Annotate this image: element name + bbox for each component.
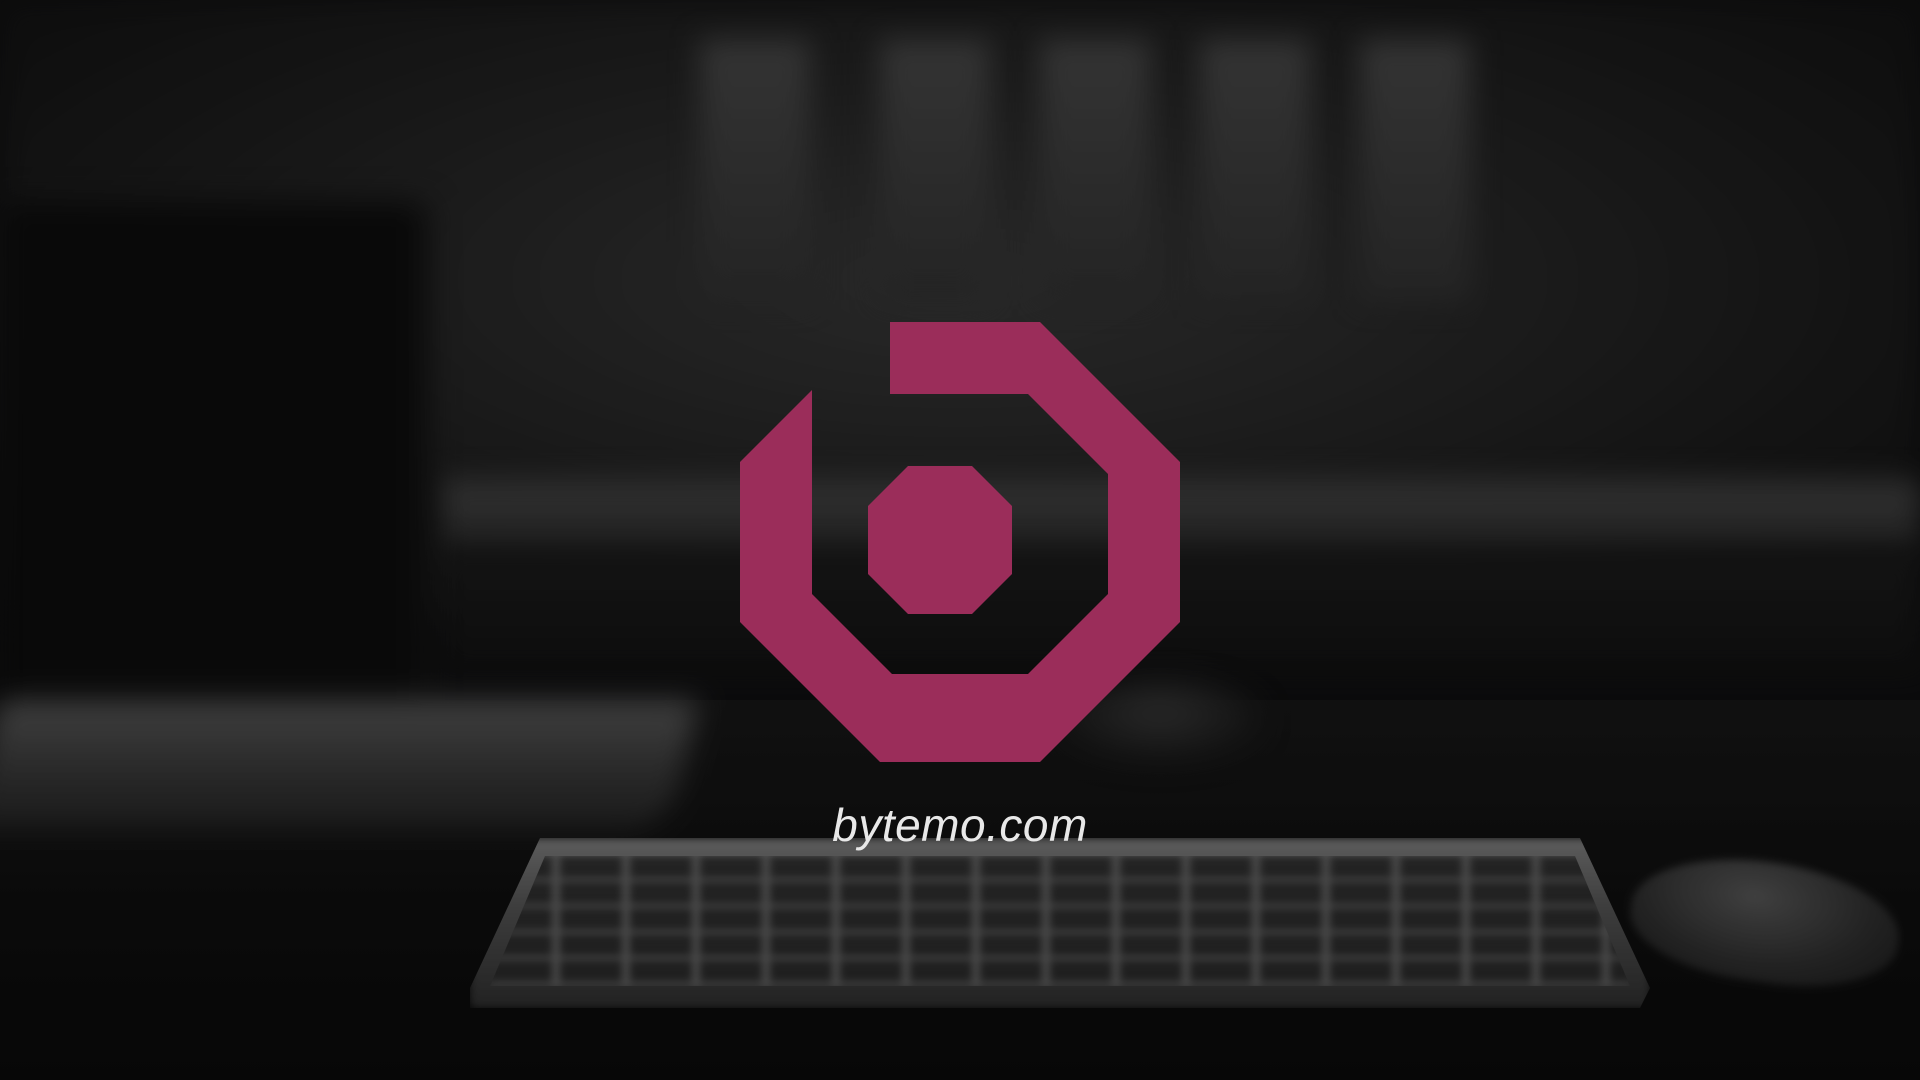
octagon-b-logo-icon (740, 322, 1180, 762)
logo-inner-octagon (868, 466, 1012, 614)
website-url: bytemo.com (832, 799, 1088, 851)
